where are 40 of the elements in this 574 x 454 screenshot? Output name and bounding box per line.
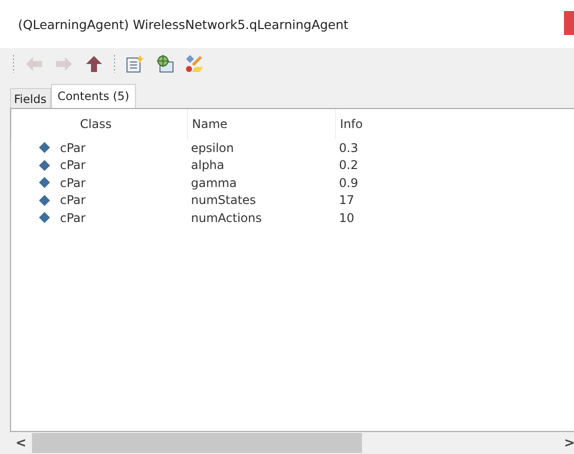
gear-document-icon (156, 55, 174, 73)
diamond-icon (39, 177, 50, 188)
diamond-icon (39, 194, 50, 206)
scrollbar-thumb[interactable] (32, 433, 362, 453)
table-cell-text: 0.3 (338, 140, 360, 155)
up-arrow-icon (85, 55, 103, 73)
table-cell-text: 0.9 (338, 176, 360, 190)
table-cell-text: 0.2 (338, 158, 360, 172)
column-header[interactable]: Info (335, 109, 574, 139)
shapes-icon (185, 54, 205, 74)
table-cell-text: alpha (190, 158, 226, 172)
diamond-icon (39, 142, 50, 154)
toolbar-grip-icon (12, 54, 15, 74)
window-title: (QLearningAgent) WirelessNetwork5.qLearningAgent (18, 16, 348, 32)
forward-arrow-icon (55, 56, 73, 72)
objects-button[interactable] (184, 53, 206, 75)
column-header[interactable]: Class (11, 109, 187, 139)
table-cell-text: numActions (190, 210, 263, 225)
toolbar-separator-icon (113, 54, 116, 74)
table-cell: cPar (60, 210, 86, 225)
table-cell: cPar (60, 193, 86, 208)
table-cell-text: epsilon (190, 140, 235, 155)
tab[interactable]: Contents (5) (50, 84, 136, 109)
table-cell-text: 17 (338, 193, 356, 208)
document-star-icon (126, 55, 144, 73)
table-cell-text: gamma (190, 176, 238, 190)
diamond-icon (39, 212, 50, 224)
network-button[interactable] (154, 53, 176, 75)
table-cell-text: numStates (190, 193, 257, 208)
tab[interactable]: Fields (10, 88, 51, 108)
table-cell-text: 10 (338, 210, 356, 225)
diamond-icon (39, 160, 50, 171)
table-cell: cPar (60, 176, 86, 190)
table-cell: cPar (60, 158, 86, 172)
scroll-left-button[interactable]: < (10, 432, 32, 454)
scroll-right-button[interactable]: > (564, 432, 574, 454)
back-arrow-icon (25, 56, 43, 72)
column-header[interactable]: Name (187, 109, 335, 139)
table-cell: cPar (60, 140, 86, 155)
inspect-button[interactable] (124, 53, 146, 75)
